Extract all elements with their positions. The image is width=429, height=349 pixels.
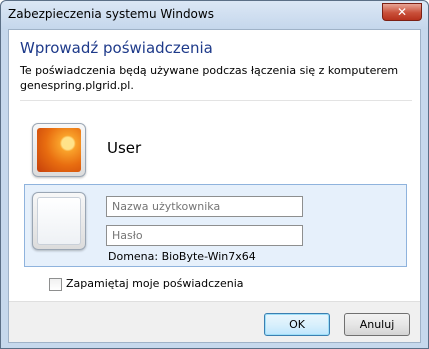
title-bar[interactable]: Zabezpieczenia systemu Windows ✕ [1,1,428,29]
domain-text: Domena: BioByte-Win7x64 [108,250,256,263]
window-title: Zabezpieczenia systemu Windows [8,7,214,21]
remember-label[interactable]: Zapamiętaj moje poświadczenia [66,277,244,290]
button-bar: OK Anuluj [9,301,420,342]
dialog-heading: Wprowadź poświadczenia [20,39,213,57]
blank-user-tile [32,192,86,250]
user-tile-name[interactable]: User [107,139,141,157]
ok-button[interactable]: OK [264,313,330,336]
cancel-button[interactable]: Anuluj [344,313,410,336]
username-input[interactable] [106,196,303,217]
credentials-panel: Domena: BioByte-Win7x64 [24,184,407,267]
separator [20,100,412,101]
password-input[interactable] [106,225,303,246]
dialog-content: Wprowadź poświadczenia Te poświadczenia … [8,29,421,343]
flower-avatar-icon [37,128,81,172]
close-button[interactable]: ✕ [382,3,422,21]
credential-dialog-window: Zabezpieczenia systemu Windows ✕ Wprowad… [0,0,429,349]
user-tile[interactable] [32,123,86,177]
blank-avatar-icon [37,197,81,245]
dialog-description: Te poświadczenia będą używane podczas łą… [20,64,399,92]
remember-checkbox[interactable] [49,278,62,291]
